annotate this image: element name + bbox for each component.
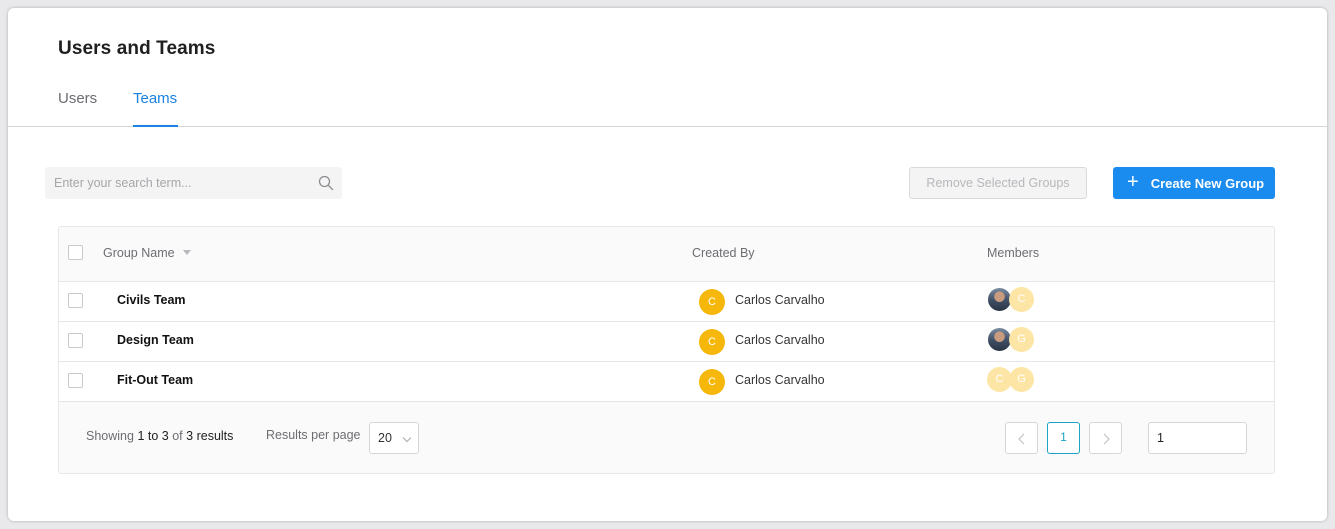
remove-selected-groups-label: Remove Selected Groups xyxy=(926,176,1070,190)
creator-name: Carlos Carvalho xyxy=(735,373,825,387)
column-header-members: Members xyxy=(987,246,1040,260)
avatar: C xyxy=(699,329,725,355)
creator-name: Carlos Carvalho xyxy=(735,333,825,347)
group-name: Civils Team xyxy=(117,293,186,307)
create-new-group-label: Create New Group xyxy=(1150,175,1265,191)
results-word: results xyxy=(196,429,234,443)
create-new-group-button[interactable]: + Create New Group xyxy=(1113,167,1275,199)
previous-page-button[interactable] xyxy=(1005,422,1038,454)
range-to: to xyxy=(147,429,159,443)
sort-down-icon xyxy=(182,250,191,255)
row-checkbox[interactable] xyxy=(68,373,83,388)
column-header-group-name-label: Group Name xyxy=(103,246,175,260)
tab-users[interactable]: Users xyxy=(58,90,103,127)
chevron-right-icon xyxy=(1103,433,1110,445)
search-icon[interactable] xyxy=(318,175,334,191)
creator-name: Carlos Carvalho xyxy=(735,293,825,307)
group-name: Fit-Out Team xyxy=(117,373,194,387)
select-all-checkbox[interactable] xyxy=(68,245,83,260)
showing-prefix: Showing xyxy=(86,429,134,443)
tab-users-label: Users xyxy=(58,90,98,107)
users-teams-card: Users and Teams Users Teams Remove Selec… xyxy=(8,8,1327,521)
member-avatar: C xyxy=(1009,287,1034,312)
table-header: Group Name Created By Members xyxy=(59,227,1274,282)
page-button-current[interactable]: 1 xyxy=(1047,422,1080,454)
results-per-page-select[interactable]: 20 xyxy=(369,422,419,454)
plus-icon: + xyxy=(1127,171,1139,193)
table-row[interactable]: Design Team C Carlos Carvalho G xyxy=(59,322,1274,362)
range-end: 3 xyxy=(161,429,169,443)
column-header-group-name[interactable]: Group Name xyxy=(103,246,191,260)
range-of: of xyxy=(172,429,183,443)
groups-table: Group Name Created By Members Civils Tea… xyxy=(58,226,1275,474)
tab-teams[interactable]: Teams xyxy=(133,90,178,127)
total-count: 3 xyxy=(186,429,194,443)
avatar: C xyxy=(699,369,725,395)
table-row[interactable]: Fit-Out Team C Carlos Carvalho C G xyxy=(59,362,1274,402)
group-name: Design Team xyxy=(117,333,194,347)
chevron-down-icon xyxy=(402,433,412,443)
next-page-button[interactable] xyxy=(1089,422,1122,454)
search-input[interactable] xyxy=(45,167,305,199)
tab-teams-label: Teams xyxy=(133,90,178,107)
results-per-page-label: Results per page xyxy=(266,428,361,442)
avatar: C xyxy=(699,289,725,315)
results-summary: Showing 1 to 3 of 3 results xyxy=(86,429,233,443)
member-avatar: G xyxy=(1009,367,1034,392)
page-title: Users and Teams xyxy=(58,38,216,59)
results-per-page-value: 20 xyxy=(378,431,392,445)
search-box xyxy=(45,167,342,199)
member-avatar: G xyxy=(1009,327,1034,352)
table-footer: Showing 1 to 3 of 3 results Results per … xyxy=(59,402,1274,474)
chevron-left-icon xyxy=(1017,433,1024,445)
go-to-page-input[interactable] xyxy=(1148,422,1247,454)
table-row[interactable]: Civils Team C Carlos Carvalho C xyxy=(59,282,1274,322)
column-header-created-by: Created By xyxy=(692,246,755,260)
row-checkbox[interactable] xyxy=(68,333,83,348)
range-start: 1 xyxy=(137,429,145,443)
remove-selected-groups-button[interactable]: Remove Selected Groups xyxy=(909,167,1087,199)
tab-bar: Users Teams xyxy=(8,90,1327,127)
row-checkbox[interactable] xyxy=(68,293,83,308)
